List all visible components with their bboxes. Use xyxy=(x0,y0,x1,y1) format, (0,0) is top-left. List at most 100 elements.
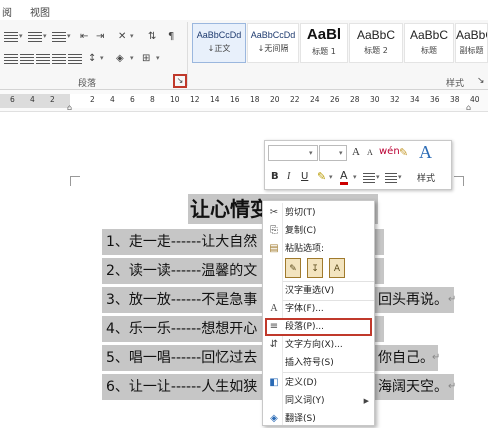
chevron-down-icon[interactable]: ▾ xyxy=(67,32,71,40)
style-normal[interactable]: AaBbCcDd ↓正文 xyxy=(192,23,246,63)
style-heading-2[interactable]: AaBbC 标题 2 xyxy=(349,23,403,63)
group-label-paragraph: 段落 xyxy=(78,79,97,89)
style-no-spacing[interactable]: AaBbCcDd ↓无间隔 xyxy=(247,23,299,63)
ruler-number: 10 xyxy=(170,95,180,104)
style-name: ↓无间隔 xyxy=(257,44,289,53)
highlight-icon[interactable]: ✎ xyxy=(317,170,326,183)
tab-review[interactable]: 阅 xyxy=(2,4,12,19)
styles-icon[interactable]: A xyxy=(419,142,432,163)
shading-icon[interactable]: ◈ xyxy=(116,53,124,65)
ruler-number: 6 xyxy=(130,95,135,104)
italic-button[interactable]: I xyxy=(287,171,290,182)
list-item-text: 6、让一让------人生如狭 xyxy=(106,379,258,395)
chevron-right-icon: ▶ xyxy=(363,397,369,405)
ruler-number: 4 xyxy=(110,95,115,104)
distributed-icon[interactable] xyxy=(68,54,82,64)
list-item-text: 3、放一放------不是急事 xyxy=(106,292,258,308)
scissors-icon: ✂ xyxy=(269,207,279,218)
ruler-number: 28 xyxy=(350,95,360,104)
style-preview: AaBbCc xyxy=(456,28,487,42)
indent-marker-icon[interactable]: ⌂ xyxy=(67,103,72,112)
list-item-text: 4、乐一乐------想想开心 xyxy=(106,321,258,337)
ruler-number: 38 xyxy=(450,95,460,104)
list-item-tail: 海阔天空。 xyxy=(378,379,448,395)
bold-button[interactable]: B xyxy=(271,171,279,182)
menu-item-text-direction[interactable]: ⇵ 文字方向(X)... xyxy=(263,336,374,354)
chevron-down-icon[interactable]: ▾ xyxy=(156,54,160,62)
style-preview: AaBbCcDd xyxy=(250,30,296,40)
chevron-down-icon[interactable]: ▾ xyxy=(376,173,380,181)
menu-item-define[interactable]: ◧ 定义(D) xyxy=(263,374,374,392)
chevron-down-icon[interactable]: ▾ xyxy=(130,32,134,40)
menu-item-paragraph[interactable]: ≡ 段落(P)... xyxy=(263,318,374,336)
chevron-down-icon[interactable]: ▾ xyxy=(43,32,47,40)
style-title[interactable]: AaBbC 标题 xyxy=(404,23,454,63)
styles-label[interactable]: 样式 xyxy=(417,171,435,184)
style-preview: AaBl xyxy=(306,26,342,43)
style-preview: AaBbCcDd xyxy=(196,30,242,40)
chevron-down-icon[interactable]: ▾ xyxy=(309,149,313,157)
chevron-down-icon[interactable]: ▾ xyxy=(100,54,104,62)
phonetic-guide-icon[interactable]: wén xyxy=(379,146,400,157)
numbering-icon[interactable] xyxy=(385,173,397,183)
style-heading-1[interactable]: AaBl 标题 1 xyxy=(300,23,348,63)
context-menu: ✂ 剪切(T) ⎘ 复制(C) ▤ 粘贴选项: ✎ ↧ A 汉字重选(V) A 字体(F… xyxy=(262,200,375,426)
right-indent-marker-icon[interactable]: ⌂ xyxy=(466,103,471,112)
paste-text-only-icon[interactable]: A xyxy=(329,258,345,278)
align-center-icon[interactable] xyxy=(20,54,34,64)
borders-icon[interactable]: ⊞ xyxy=(142,53,150,65)
chevron-down-icon[interactable]: ▾ xyxy=(329,173,333,181)
chevron-down-icon[interactable]: ▾ xyxy=(130,54,134,62)
menu-item-insert-symbol[interactable]: 插入符号(S) xyxy=(263,354,374,372)
increase-indent-icon[interactable]: ⇥ xyxy=(96,31,104,43)
ruler-number: 18 xyxy=(250,95,260,104)
align-left-icon[interactable] xyxy=(4,54,18,64)
ruler-number: 26 xyxy=(330,95,340,104)
menu-item-translate[interactable]: ◈ 翻译(S) xyxy=(263,410,374,428)
sort-icon[interactable]: ⇅ xyxy=(148,31,156,43)
menu-item-reconvert[interactable]: 汉字重选(V) xyxy=(263,282,374,300)
tab-view[interactable]: 视图 xyxy=(30,4,50,19)
ruler-number: 16 xyxy=(230,95,240,104)
paste-merge-format-icon[interactable]: ↧ xyxy=(307,258,323,278)
asian-layout-icon[interactable]: ✕ xyxy=(118,31,126,43)
multilevel-list-icon[interactable] xyxy=(52,32,66,42)
chevron-down-icon[interactable]: ▾ xyxy=(339,149,343,157)
menu-item-label: 翻译(S) xyxy=(285,414,316,424)
styles-dialog-launcher-icon[interactable]: ↘ xyxy=(477,76,485,86)
bullets-icon[interactable] xyxy=(4,32,18,42)
list-item-text: 1、走一走------让大自然 xyxy=(106,234,258,250)
chevron-down-icon[interactable]: ▾ xyxy=(353,173,357,181)
paragraph-dialog-launcher-icon[interactable]: ↘ xyxy=(173,74,187,88)
shrink-font-button[interactable]: A xyxy=(367,148,373,157)
margin-corner xyxy=(454,176,464,186)
paragraph-mark-icon: ↵ xyxy=(432,352,441,363)
show-marks-icon[interactable]: ¶ xyxy=(168,31,174,43)
chevron-down-icon[interactable]: ▾ xyxy=(19,32,23,40)
menu-item-label: 剪切(T) xyxy=(285,208,316,218)
bullets-icon[interactable] xyxy=(363,173,375,183)
horizontal-ruler[interactable]: 6422468101214161820222426283032343638404… xyxy=(0,90,488,112)
line-spacing-icon[interactable]: ↕ xyxy=(88,53,96,65)
menu-item-synonyms[interactable]: 同义词(Y) ▶ xyxy=(263,392,374,410)
style-name: 副标题 xyxy=(459,46,484,55)
book-icon: ◧ xyxy=(269,377,279,388)
underline-button[interactable]: U xyxy=(301,171,308,182)
ruler-number: 4 xyxy=(30,95,35,104)
menu-item-copy[interactable]: ⎘ 复制(C) xyxy=(263,222,374,240)
numbering-icon[interactable] xyxy=(28,32,42,42)
list-item-text: 5、唱一唱------回忆过去 xyxy=(106,350,258,366)
menu-item-font[interactable]: A 字体(F)... xyxy=(263,300,374,318)
chevron-down-icon[interactable]: ▾ xyxy=(398,173,402,181)
paste-keep-format-icon[interactable]: ✎ xyxy=(285,258,301,278)
font-color-icon[interactable]: A xyxy=(340,169,348,185)
menu-item-label: 同义词(Y) xyxy=(285,396,325,406)
menu-item-cut[interactable]: ✂ 剪切(T) xyxy=(263,204,374,222)
decrease-indent-icon[interactable]: ⇤ xyxy=(80,31,88,43)
align-right-icon[interactable] xyxy=(36,54,50,64)
format-painter-icon[interactable]: ✎ xyxy=(399,146,408,159)
ruler-number: 6 xyxy=(10,95,15,104)
grow-font-button[interactable]: A xyxy=(352,146,360,158)
justify-icon[interactable] xyxy=(52,54,66,64)
style-subtitle[interactable]: AaBbCc 副标题 xyxy=(455,23,488,63)
